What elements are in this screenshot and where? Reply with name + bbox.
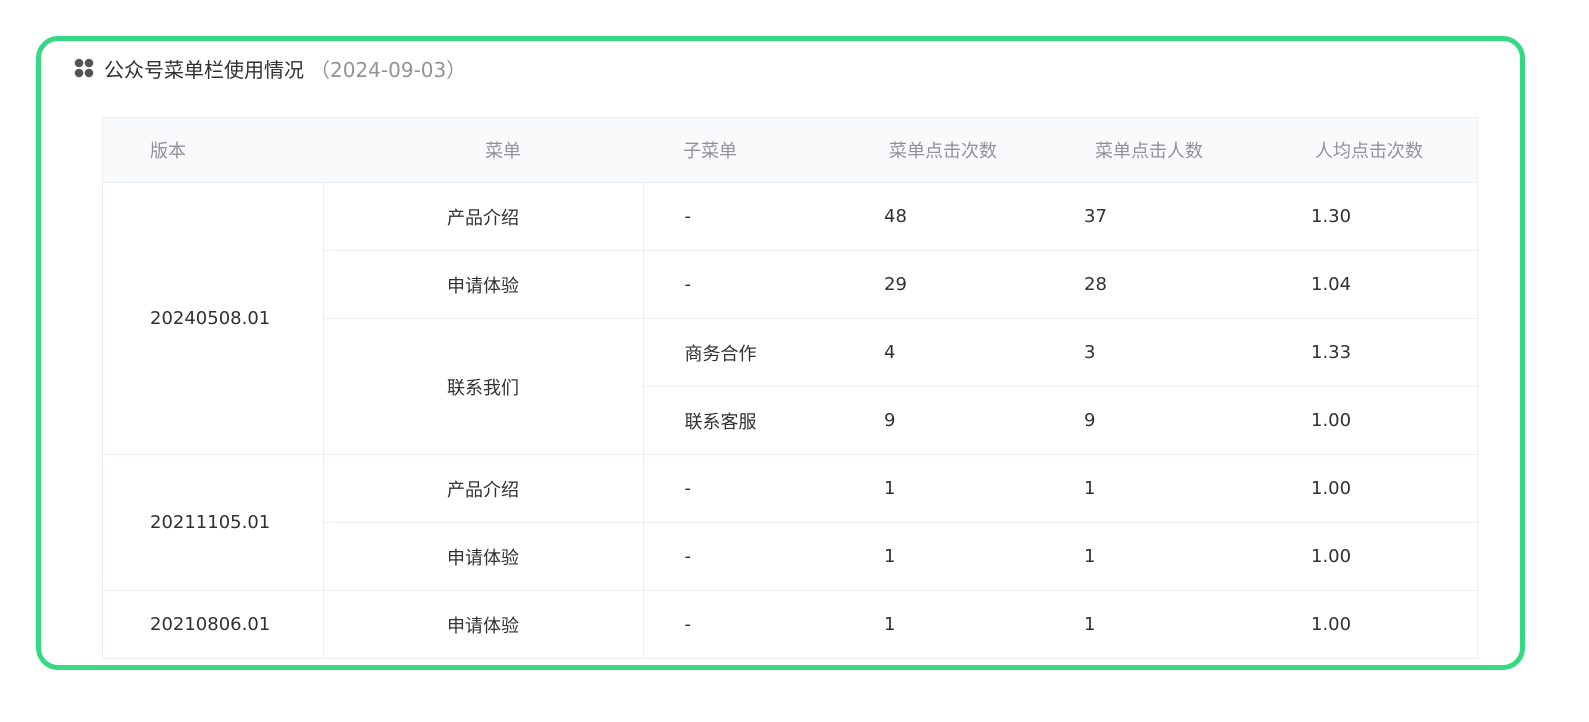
grid-four-icon [74,58,94,78]
avg-cell: 1.00 [1311,614,1352,635]
card-date: （2024-09-03） [310,57,467,82]
table-header: 版本 菜单 子菜单 菜单点击次数 菜单点击人数 人均点击次数 [103,118,1477,183]
submenu-cell: 商务合作 [643,318,843,387]
menu-cell: 产品介绍 [323,182,644,251]
menu-cell: 申请体验 [323,250,644,319]
menu-usage-card: 公众号菜单栏使用情况 （2024-09-03） 版本 菜单 子菜单 菜单点击次数… [36,36,1525,670]
table-row: 20240508.01 产品介绍 - 48 37 1.30 [103,182,1477,455]
menu-usage-table: 版本 菜单 子菜单 菜单点击次数 菜单点击人数 人均点击次数 20240508.… [102,117,1478,659]
submenu-cell: - [643,522,843,591]
users-cell: 1 [1043,454,1243,523]
users-cell: 3 [1043,318,1243,387]
submenu-cell: - [684,614,692,635]
column-header-menu: 菜单 [323,118,643,183]
submenu-cell: - [643,182,843,251]
card-title: 公众号菜单栏使用情况 [104,57,304,82]
menu-cell: 申请体验 [323,522,644,591]
clicks-cell: 1 [884,614,896,635]
menu-cell: 联系我们 [323,318,644,455]
column-header-version: 版本 [103,118,323,183]
avg-cell: 1.00 [1243,522,1477,591]
table-row: 20211105.01 产品介绍 - 1 1 1.00 [103,454,1477,591]
submenu-cell: - [643,454,843,523]
users-cell: 9 [1043,386,1243,455]
avg-cell: 1.00 [1243,386,1477,455]
clicks-cell: 4 [843,318,1043,387]
users-cell: 1 [1084,614,1096,635]
version-cell: 20240508.01 [103,182,324,455]
table-body: 20240508.01 产品介绍 - 48 37 1.30 申请体验 - 29 … [103,182,1477,658]
submenu-cell: - [643,250,843,319]
clicks-cell: 1 [843,522,1043,591]
clicks-cell: 29 [843,250,1043,319]
card-header: 公众号菜单栏使用情况 （2024-09-03） [74,53,466,83]
avg-cell: 1.33 [1243,318,1477,387]
clicks-cell: 1 [843,454,1043,523]
clicks-cell: 9 [843,386,1043,455]
submenu-cell: 联系客服 [643,386,843,455]
column-header-users: 菜单点击人数 [1043,118,1243,183]
avg-cell: 1.00 [1243,454,1477,523]
column-header-clicks: 菜单点击次数 [843,118,1043,183]
column-header-submenu: 子菜单 [643,118,843,183]
users-cell: 28 [1043,250,1243,319]
users-cell: 37 [1043,182,1243,251]
clicks-cell: 48 [843,182,1043,251]
table-row: 20210806.01 申请体验 - 1 1 1.00 [103,590,1477,658]
avg-cell: 1.30 [1243,182,1477,251]
avg-cell: 1.04 [1243,250,1477,319]
users-cell: 1 [1043,522,1243,591]
column-header-avg: 人均点击次数 [1243,118,1477,183]
version-cell: 20211105.01 [103,454,324,591]
menu-cell: 申请体验 [323,590,644,658]
version-cell: 20210806.01 [103,590,324,658]
menu-cell: 产品介绍 [323,454,644,523]
